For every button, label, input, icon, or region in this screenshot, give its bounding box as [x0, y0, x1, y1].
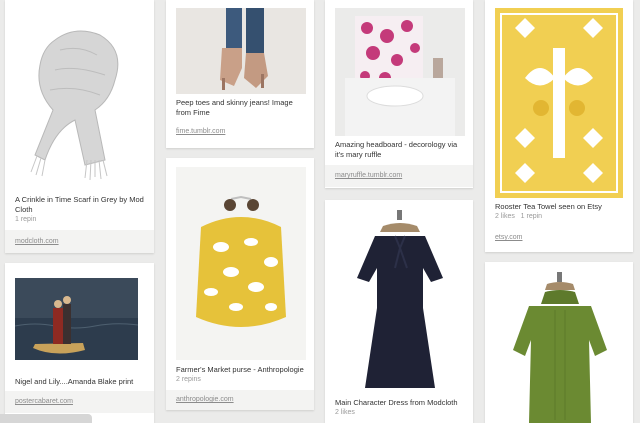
navy-dress-image[interactable] — [335, 208, 465, 394]
pin-stats: 1 repin — [15, 216, 37, 223]
grey-scarf-image[interactable] — [15, 10, 145, 190]
pin-description: Main Character Dress from Modcloth — [335, 398, 458, 407]
yellow-purse-image[interactable] — [176, 167, 306, 360]
peep-toe-shoes-image[interactable] — [176, 8, 306, 94]
headboard-image[interactable] — [335, 8, 465, 136]
pin-source-link[interactable]: postercabaret.com — [5, 391, 154, 413]
pin-card[interactable]: Farmer's Market purse - Anthropologie 2 … — [166, 158, 314, 410]
rooster-towel-image[interactable] — [495, 8, 623, 198]
pin-stats: 2 likes 1 repin — [495, 213, 543, 220]
ship-print-image[interactable] — [15, 278, 138, 360]
pin-card[interactable]: Peep toes and skinny jeans! Image from F… — [166, 0, 314, 148]
pin-card[interactable]: Main Character Dress from Modcloth 2 lik… — [325, 200, 473, 423]
pin-card[interactable]: A Crinkle in Time Scarf in Grey by Mod C… — [5, 0, 154, 253]
pin-description: Amazing headboard - decorology via it's … — [335, 140, 458, 159]
pin-description: A Crinkle in Time Scarf in Grey by Mod C… — [15, 195, 144, 214]
pin-description: Peep toes and skinny jeans! Image from F… — [176, 98, 293, 117]
horizontal-scrollbar[interactable] — [0, 414, 92, 423]
green-sweater-dress-image[interactable] — [495, 270, 623, 423]
pin-source-link[interactable]: anthropologie.com — [166, 390, 314, 410]
pin-card[interactable]: Rooster Tea Towel seen on Etsy 2 likes 1… — [485, 0, 633, 252]
pin-stats: 2 likes — [335, 409, 355, 416]
pin-description: Farmer's Market purse - Anthropologie — [176, 365, 304, 374]
pin-source-link[interactable]: maryruffle.tumblr.com — [325, 165, 473, 187]
pin-source-link[interactable]: fime.tumblr.com — [166, 122, 314, 142]
pin-description: Nigel and Lily....Amanda Blake print — [15, 377, 134, 386]
pin-source-link[interactable]: modcloth.com — [5, 230, 154, 253]
pin-source-link[interactable]: etsy.com — [485, 228, 633, 248]
pin-card[interactable] — [485, 262, 633, 423]
pin-description: Rooster Tea Towel seen on Etsy — [495, 202, 602, 211]
pin-stats: 2 repins — [176, 376, 201, 383]
pin-card[interactable]: Amazing headboard - decorology via it's … — [325, 0, 473, 188]
pin-card[interactable]: Nigel and Lily....Amanda Blake print pos… — [5, 263, 154, 423]
